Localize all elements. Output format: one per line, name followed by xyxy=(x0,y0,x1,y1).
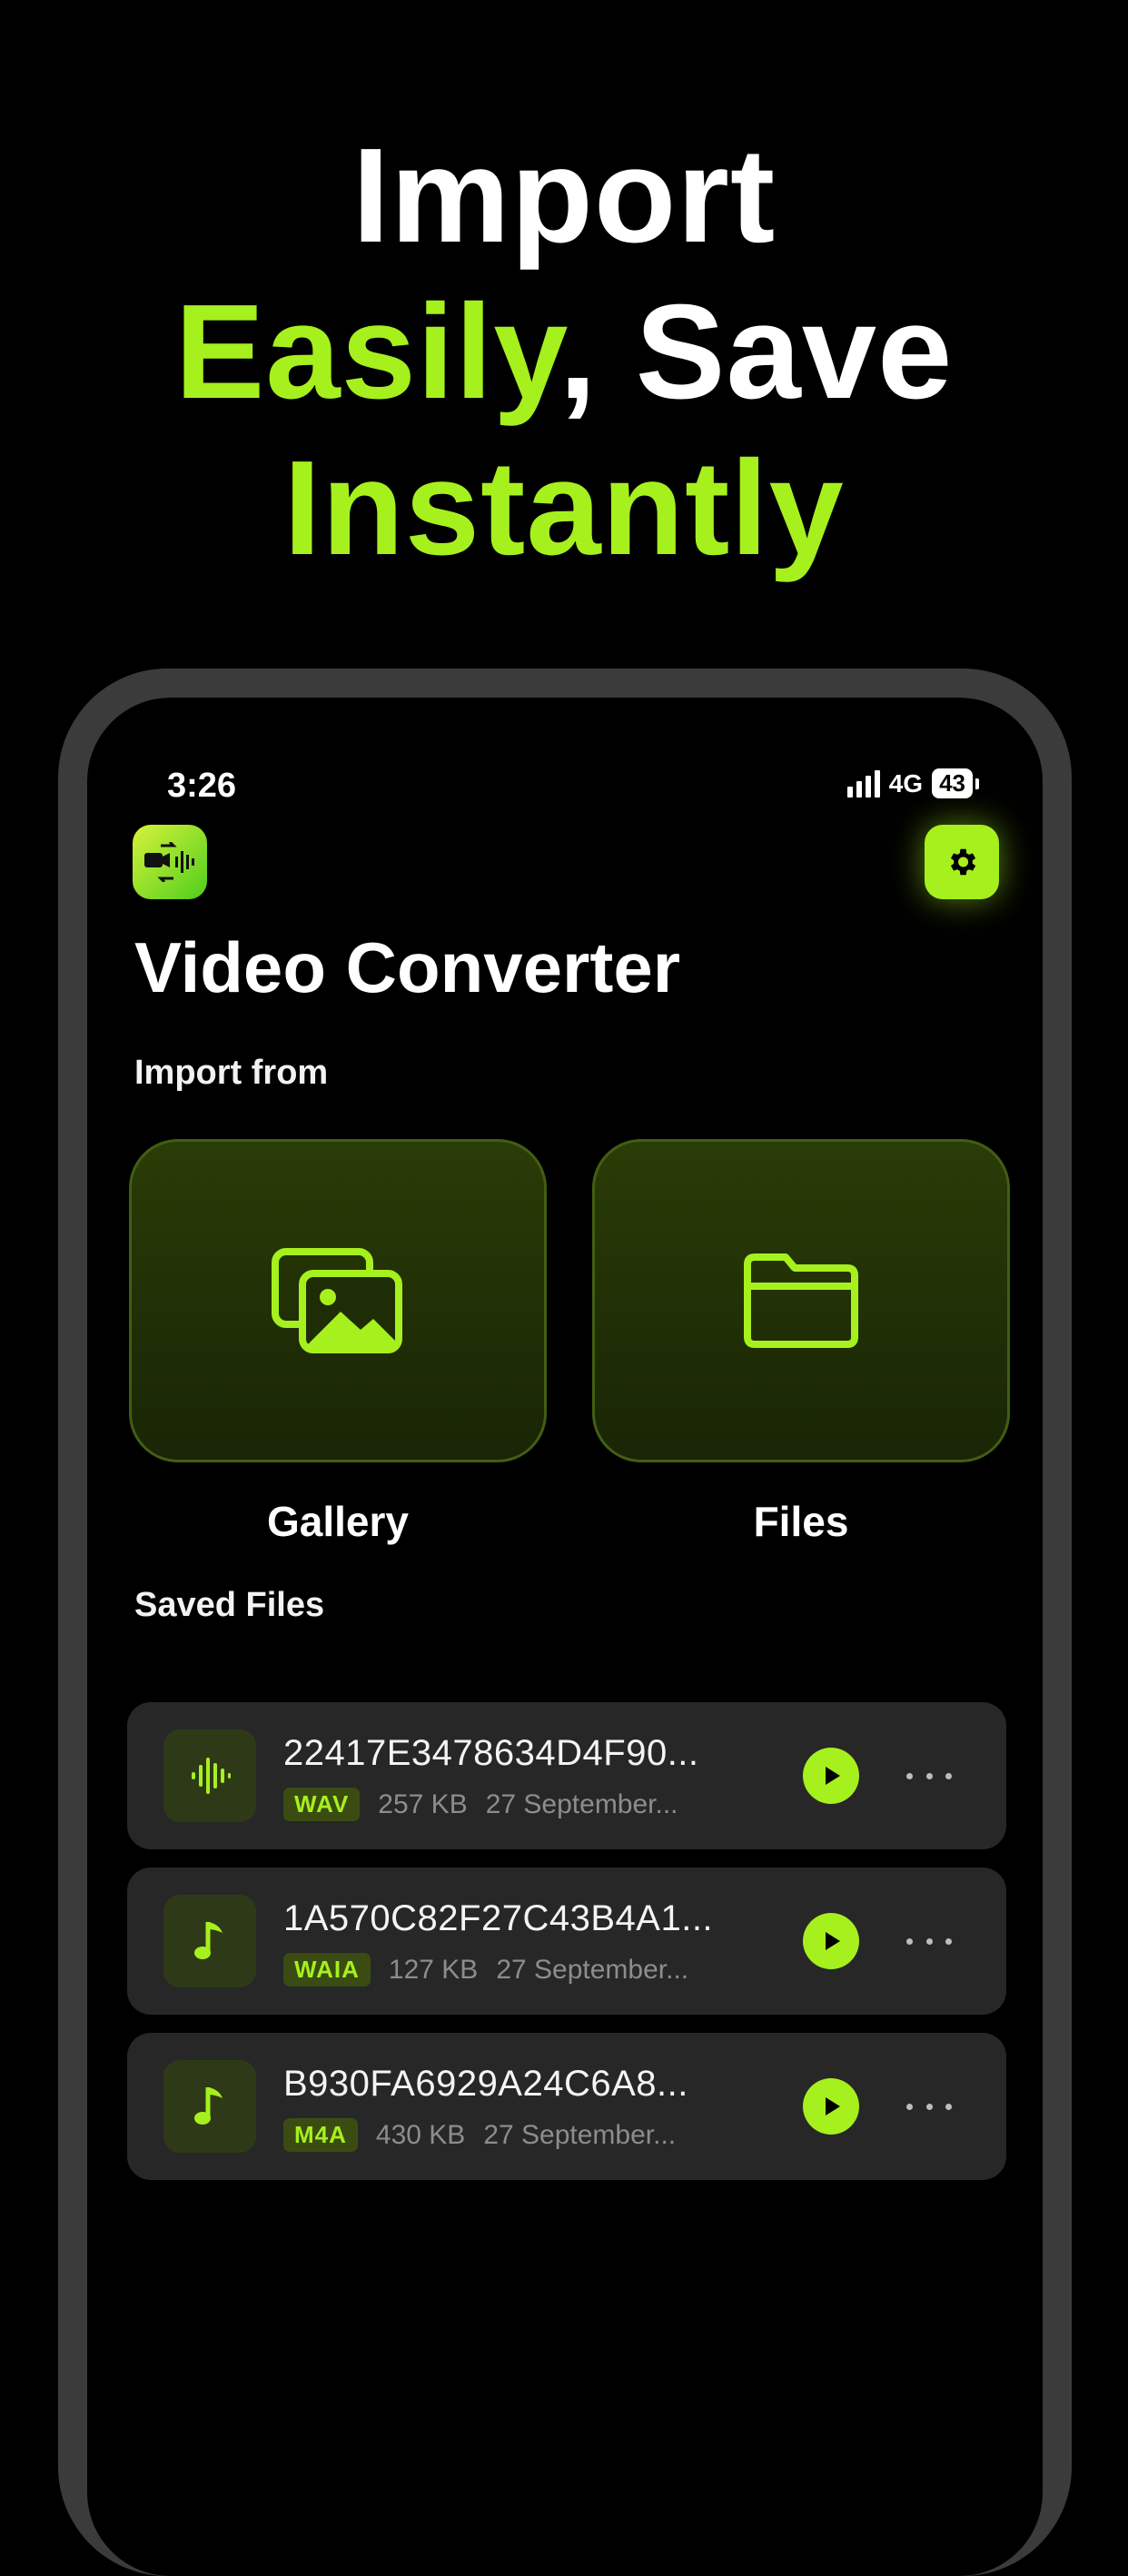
phone-frame: 3:26 4G 43 Video Converter Import from G… xyxy=(58,669,1072,2576)
file-date: 27 September... xyxy=(496,1954,689,1985)
saved-file-item[interactable]: 1A570C82F27C43B4A1... WAIA 127 KB 27 Sep… xyxy=(127,1868,1006,2015)
file-size: 430 KB xyxy=(375,2119,466,2150)
import-section-label: Import from xyxy=(134,1054,329,1092)
waveform-icon xyxy=(163,1729,256,1822)
gallery-icon xyxy=(272,1248,402,1353)
headline-line-1: Import xyxy=(351,121,777,271)
file-meta: WAIA 127 KB 27 September... xyxy=(283,1953,688,1986)
saved-file-item[interactable]: B930FA6929A24C6A8... M4A 430 KB 27 Septe… xyxy=(127,2033,1006,2180)
music-note-icon xyxy=(163,2060,256,2153)
more-options-button[interactable] xyxy=(906,1926,952,1957)
battery-icon: 43 xyxy=(932,768,979,798)
network-label: 4G xyxy=(888,768,924,798)
gallery-label: Gallery xyxy=(267,1498,409,1545)
folder-icon xyxy=(744,1253,858,1348)
headline-line-2: Easily, Save xyxy=(174,277,954,427)
app-title: Video Converter xyxy=(134,927,681,1007)
play-icon xyxy=(826,1767,840,1785)
file-format-badge: M4A xyxy=(283,2118,358,2152)
file-meta: WAV 257 KB 27 September... xyxy=(283,1788,678,1821)
status-time: 3:26 xyxy=(167,767,237,805)
settings-button[interactable] xyxy=(925,825,999,899)
gear-icon xyxy=(950,848,976,876)
file-size: 127 KB xyxy=(388,1954,479,1985)
saved-files-label: Saved Files xyxy=(134,1586,325,1624)
file-meta: M4A 430 KB 27 September... xyxy=(283,2118,676,2152)
file-name: 1A570C82F27C43B4A1... xyxy=(283,1898,714,1938)
play-button[interactable] xyxy=(803,2078,859,2135)
status-indicators: 4G 43 xyxy=(846,768,979,798)
import-files-button[interactable] xyxy=(592,1139,1010,1462)
music-note-icon xyxy=(163,1895,256,1987)
saved-file-item[interactable]: 22417E3478634D4F90... WAV 257 KB 27 Sept… xyxy=(127,1702,1006,1849)
play-button[interactable] xyxy=(803,1913,859,1969)
play-icon xyxy=(826,2097,840,2115)
file-date: 27 September... xyxy=(485,1788,678,1819)
file-name: 22417E3478634D4F90... xyxy=(283,1733,699,1773)
phone-screen: 3:26 4G 43 Video Converter Import from G… xyxy=(87,698,1043,2576)
battery-level: 43 xyxy=(932,768,973,798)
video-to-audio-icon xyxy=(133,825,207,899)
signal-icon xyxy=(846,769,880,798)
more-options-button[interactable] xyxy=(906,1760,952,1791)
promo-headline: Import Easily, Save Instantly xyxy=(0,118,1128,587)
files-label: Files xyxy=(753,1498,849,1545)
headline-line-3: Instantly xyxy=(283,433,845,583)
import-gallery-button[interactable] xyxy=(129,1139,547,1462)
play-icon xyxy=(826,1932,840,1950)
file-date: 27 September... xyxy=(483,2119,677,2150)
file-name: B930FA6929A24C6A8... xyxy=(283,2064,688,2104)
file-format-badge: WAV xyxy=(283,1788,361,1821)
file-size: 257 KB xyxy=(378,1788,468,1819)
file-format-badge: WAIA xyxy=(283,1953,371,1986)
more-options-button[interactable] xyxy=(906,2091,952,2122)
play-button[interactable] xyxy=(803,1748,859,1804)
